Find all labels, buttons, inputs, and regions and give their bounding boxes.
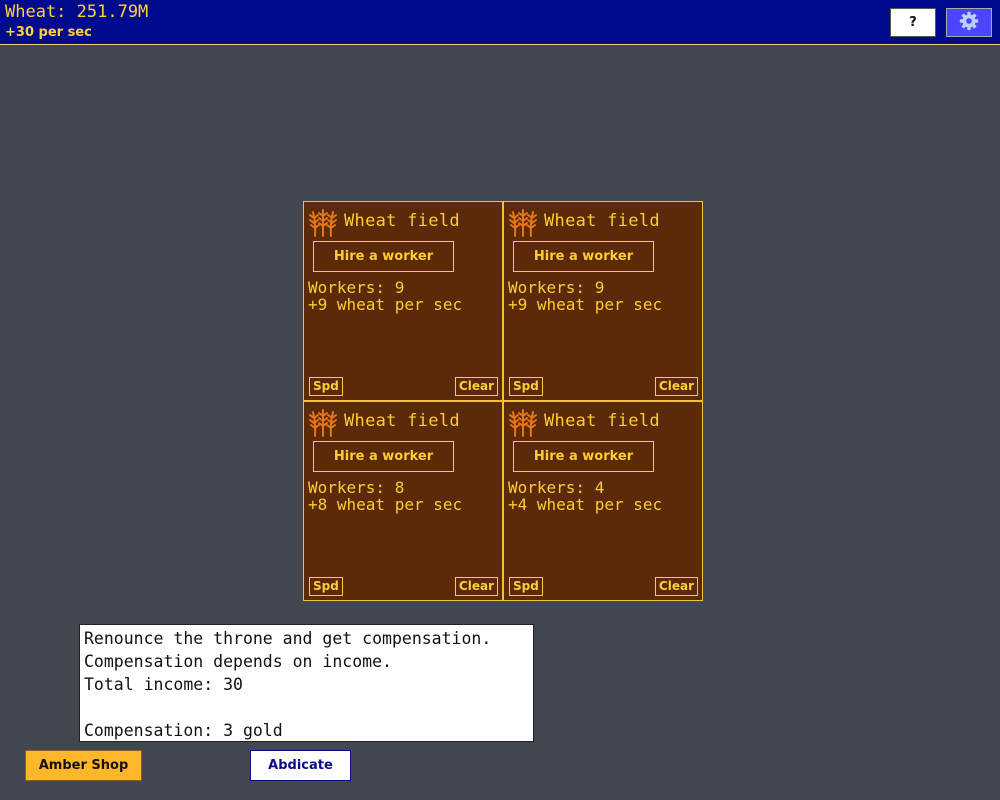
worker-count: Workers: 9 xyxy=(508,280,604,296)
speed-button[interactable]: Spd xyxy=(509,377,543,396)
hire-worker-button[interactable]: Hire a worker xyxy=(313,241,454,272)
field-grid: Wheat field Hire a worker Workers: 9 +9 … xyxy=(303,201,703,601)
hire-worker-button[interactable]: Hire a worker xyxy=(313,441,454,472)
abdicate-info-panel: Renounce the throne and get compensation… xyxy=(79,624,534,742)
clear-button[interactable]: Clear xyxy=(655,377,698,396)
wheat-icon xyxy=(507,406,539,438)
field-title: Wheat field xyxy=(344,211,460,231)
speed-button[interactable]: Spd xyxy=(309,377,343,396)
compensation-value: Compensation: 3 gold xyxy=(84,719,529,742)
field-rate: +4 wheat per sec xyxy=(508,497,662,513)
amber-shop-button[interactable]: Amber Shop xyxy=(25,750,142,781)
abdicate-button[interactable]: Abdicate xyxy=(250,750,351,781)
info-spacer xyxy=(84,696,529,719)
field-title: Wheat field xyxy=(544,411,660,431)
clear-button[interactable]: Clear xyxy=(655,577,698,596)
field-title: Wheat field xyxy=(344,411,460,431)
field-title: Wheat field xyxy=(544,211,660,231)
field-rate: +9 wheat per sec xyxy=(508,297,662,313)
field-rate: +8 wheat per sec xyxy=(308,497,462,513)
speed-button[interactable]: Spd xyxy=(509,577,543,596)
total-income: Total income: 30 xyxy=(84,673,529,696)
worker-count: Workers: 4 xyxy=(508,480,604,496)
help-button[interactable]: ? xyxy=(890,8,936,37)
hire-worker-button[interactable]: Hire a worker xyxy=(513,441,654,472)
wheat-field-card: Wheat field Hire a worker Workers: 9 +9 … xyxy=(503,201,703,401)
clear-button[interactable]: Clear xyxy=(455,377,498,396)
wheat-total: Wheat: 251.79M xyxy=(5,2,148,22)
wheat-field-card: Wheat field Hire a worker Workers: 8 +8 … xyxy=(303,401,503,601)
info-line: Compensation depends on income. xyxy=(84,650,529,673)
field-rate: +9 wheat per sec xyxy=(308,297,462,313)
speed-button[interactable]: Spd xyxy=(309,577,343,596)
gear-icon xyxy=(959,11,979,35)
hire-worker-button[interactable]: Hire a worker xyxy=(513,241,654,272)
wheat-icon xyxy=(307,406,339,438)
wheat-field-card: Wheat field Hire a worker Workers: 9 +9 … xyxy=(303,201,503,401)
wheat-rate: +30 per sec xyxy=(5,25,92,40)
settings-button[interactable] xyxy=(946,8,992,37)
top-bar: Wheat: 251.79M +30 per sec ? xyxy=(0,0,1000,45)
wheat-icon xyxy=(307,206,339,238)
info-line: Renounce the throne and get compensation… xyxy=(84,627,529,650)
worker-count: Workers: 8 xyxy=(308,480,404,496)
clear-button[interactable]: Clear xyxy=(455,577,498,596)
worker-count: Workers: 9 xyxy=(308,280,404,296)
wheat-field-card: Wheat field Hire a worker Workers: 4 +4 … xyxy=(503,401,703,601)
wheat-icon xyxy=(507,206,539,238)
